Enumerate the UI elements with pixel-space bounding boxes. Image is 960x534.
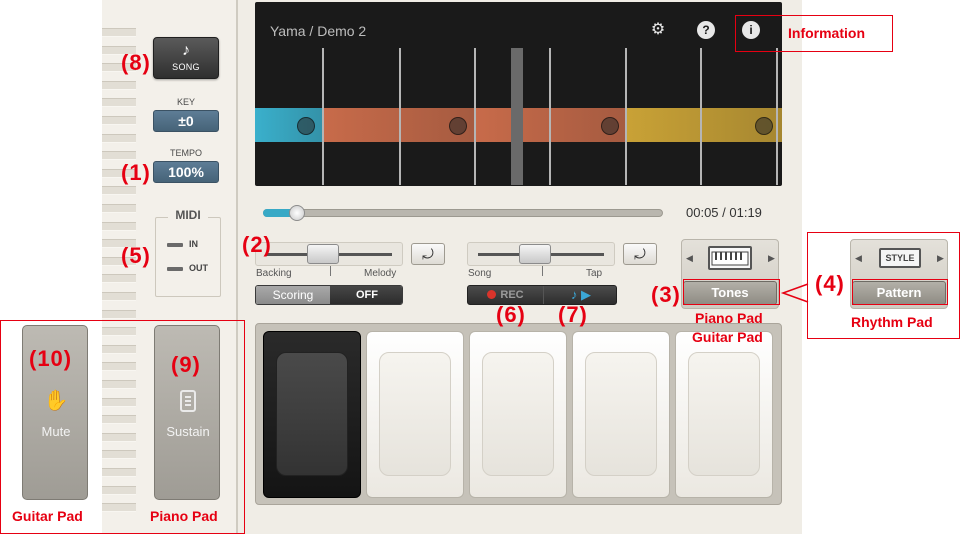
key-label: KEY (176, 97, 195, 107)
rec-label: REC (500, 289, 524, 301)
piano-pad-side-annotation: Piano Pad (150, 508, 218, 524)
pad-1[interactable] (263, 331, 361, 498)
annotation-10: (10) (29, 346, 73, 371)
progress-track[interactable] (263, 209, 663, 217)
panel-stripe (102, 133, 136, 143)
note-play-icon: ♪ ▶ (570, 287, 592, 302)
prev-pattern-arrow-icon[interactable]: ◀ (855, 253, 862, 264)
annotation-1: (1) (121, 160, 151, 185)
panel-stripe (102, 151, 136, 161)
information-annotation: Information (788, 25, 865, 41)
midi-title: MIDI (168, 208, 208, 222)
scoring-toggle[interactable]: Scoring OFF (255, 285, 403, 305)
guide-right-label: Tap (586, 268, 603, 279)
scoring-state: OFF (330, 286, 402, 304)
beat-line (625, 48, 627, 185)
annotation-5: (5) (121, 243, 151, 268)
balance-slider-thumb[interactable] (307, 244, 339, 264)
annotation-7: (7) (558, 302, 588, 327)
pad-2[interactable] (366, 331, 464, 498)
tempo-label: TEMPO (169, 148, 202, 158)
midi-in-led (167, 243, 183, 247)
rhythm-pad-annotation: Rhythm Pad (851, 314, 933, 330)
pad-5[interactable] (675, 331, 773, 498)
beat-line (700, 48, 702, 185)
panel-stripe (102, 221, 136, 231)
annotation-6: (6) (496, 302, 526, 327)
piano-pad-annotation: Piano Pad (695, 310, 763, 326)
balance-reset-button[interactable]: ⤾ (411, 243, 445, 265)
chord-dot (449, 117, 467, 135)
time-readout: 00:05 / 01:19 (686, 205, 762, 220)
panel-stripe (102, 292, 136, 301)
annotation-3: (3) (651, 282, 681, 307)
panel-stripe (102, 204, 136, 213)
chord-dot (601, 117, 619, 135)
beat-line (549, 48, 551, 185)
panel-stripe (102, 309, 136, 319)
pad-3[interactable] (469, 331, 567, 498)
tones-callout-box (683, 279, 780, 305)
guide-left-label: Song (468, 268, 492, 279)
music-note-icon: ♪ (182, 42, 190, 59)
pattern-highlight-box (852, 279, 948, 305)
guide-slider-thumb[interactable] (519, 244, 551, 264)
guide-slider[interactable] (467, 242, 615, 266)
balance-slider[interactable] (255, 242, 403, 266)
annotation-9: (9) (171, 352, 201, 377)
panel-stripe (102, 80, 136, 90)
song-button[interactable]: ♪ SONG (153, 37, 219, 79)
scoring-label: Scoring (256, 286, 330, 304)
guitar-pad-annotation: Guitar Pad (692, 329, 763, 345)
record-play-bar: REC ♪ ▶ (467, 285, 617, 305)
panel-stripe (102, 28, 136, 37)
style-icon: STYLE (879, 248, 921, 268)
help-icon[interactable]: ? (697, 21, 715, 39)
pad-4[interactable] (572, 331, 670, 498)
tempo-value[interactable]: 100% (153, 161, 219, 183)
song-title: Yama / Demo 2 (270, 23, 367, 39)
callout-arrow (780, 283, 809, 303)
beat-line (322, 48, 324, 185)
midi-out-led (167, 267, 183, 271)
midi-out-label: OUT (189, 263, 208, 273)
guide-reset-button[interactable]: ⤾ (623, 243, 657, 265)
annotation-4: (4) (815, 271, 845, 296)
panel-stripe (102, 274, 136, 284)
panel-stripe (102, 98, 136, 108)
progress-knob[interactable] (289, 205, 305, 221)
balance-left-label: Backing (256, 268, 292, 279)
beat-line (399, 48, 401, 185)
next-pattern-arrow-icon[interactable]: ▶ (937, 253, 944, 264)
panel-stripe (102, 116, 136, 125)
playhead (511, 48, 523, 185)
prev-tone-arrow-icon[interactable]: ◀ (686, 253, 693, 264)
midi-indicator (155, 217, 221, 297)
midi-in-label: IN (189, 239, 198, 249)
record-icon (487, 290, 497, 299)
balance-right-label: Melody (364, 268, 397, 279)
annotation-8: (8) (121, 50, 151, 75)
beat-line (776, 48, 778, 185)
guitar-pad-side-annotation: Guitar Pad (12, 508, 83, 524)
song-button-label: SONG (172, 62, 200, 72)
chord-dot (297, 117, 315, 135)
beat-line (474, 48, 476, 185)
annotation-2: (2) (242, 232, 272, 257)
gear-icon[interactable]: ⚙ (649, 21, 667, 39)
next-tone-arrow-icon[interactable]: ▶ (768, 253, 775, 264)
chord-dot (755, 117, 773, 135)
app-screen: ♪ SONG KEY ±0 TEMPO 100% MIDI IN OUT Yam… (0, 0, 960, 534)
key-value[interactable]: ±0 (153, 110, 219, 132)
panel-stripe (102, 186, 136, 196)
keyboard-icon (708, 246, 752, 270)
